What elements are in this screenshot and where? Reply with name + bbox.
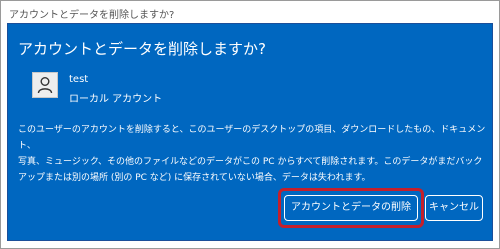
warning-message: このユーザーのアカウントを削除すると、このユーザーのデスクトップの項目、ダウンロ…: [18, 125, 486, 183]
dialog-heading: アカウントとデータを削除しますか?: [18, 40, 266, 58]
dialog-panel: アカウントとデータを削除しますか? test ローカル アカウント このユーザー…: [7, 23, 493, 241]
title-bar[interactable]: アカウントとデータを削除しますか?: [1, 1, 499, 23]
dialog-window: アカウントとデータを削除しますか? アカウントとデータを削除しますか? test…: [0, 0, 500, 249]
cancel-button[interactable]: キャンセル: [425, 195, 483, 221]
account-name: test: [69, 74, 89, 85]
window-title: アカウントとデータを削除しますか?: [9, 10, 175, 21]
account-type: ローカル アカウント: [69, 94, 163, 105]
user-icon: [32, 72, 58, 98]
delete-account-button[interactable]: アカウントとデータの削除: [284, 195, 418, 221]
